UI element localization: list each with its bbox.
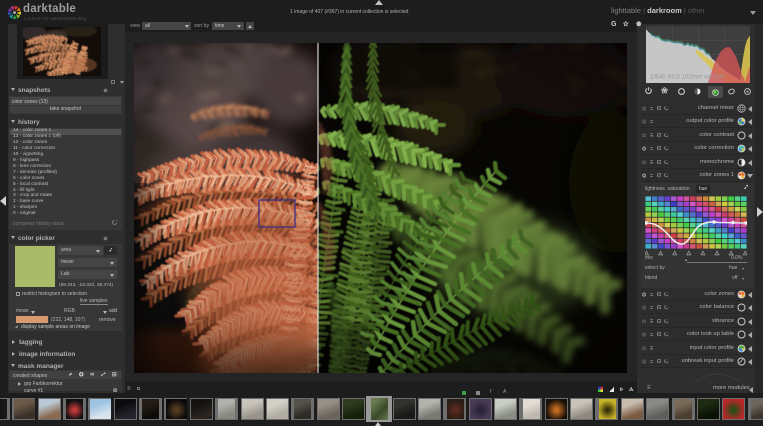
- svg-text:1/640 f/4.0 102mm iso 100: 1/640 f/4.0 102mm iso 100: [650, 74, 725, 81]
